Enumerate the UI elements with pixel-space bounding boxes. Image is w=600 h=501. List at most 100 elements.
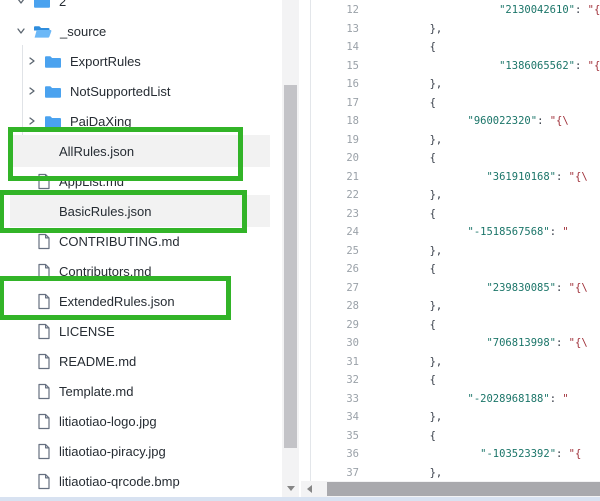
folder-icon	[44, 54, 62, 69]
line-number[interactable]: 27	[311, 279, 367, 298]
tree-item-label: AppList.md	[59, 174, 124, 189]
tree-item-label: LICENSE	[59, 324, 115, 339]
tree-item-2[interactable]: 2	[0, 0, 282, 16]
code-line: 35 {	[311, 427, 600, 446]
file-icon	[37, 473, 51, 490]
code-horizontal-scrollbar[interactable]	[301, 481, 600, 497]
tree-item-litiaotiao-piracy-jpg[interactable]: litiaotiao-piracy.jpg	[0, 436, 282, 466]
file-icon	[37, 353, 51, 370]
code-line: 33 "-2028968188": "	[311, 390, 600, 409]
sidebar-scrollbar-down-button[interactable]	[282, 480, 299, 497]
code-text: {	[367, 427, 600, 446]
line-number[interactable]: 35	[311, 427, 367, 446]
code-text: "-103523392": "{	[367, 445, 600, 464]
sidebar-vertical-scrollbar[interactable]	[282, 0, 299, 497]
code-line: 12 "2130042610": "{	[311, 1, 600, 20]
tree-item-label: 2	[59, 0, 66, 9]
folder-icon	[44, 84, 62, 99]
tree-item-readme-md[interactable]: README.md	[0, 346, 282, 376]
line-number[interactable]: 20	[311, 149, 367, 168]
tree-item-notsupportedlist[interactable]: NotSupportedList	[0, 76, 282, 106]
line-number[interactable]: 29	[311, 316, 367, 335]
code-line: 34 },	[311, 408, 600, 427]
chevron-right-icon[interactable]	[27, 116, 37, 126]
folder-icon	[33, 0, 51, 9]
tree-item-litiaotiao-logo-jpg[interactable]: litiaotiao-logo.jpg	[0, 406, 282, 436]
line-number[interactable]: 32	[311, 371, 367, 390]
code-line: 31 },	[311, 353, 600, 372]
code-text: "-2028968188": "	[367, 390, 600, 409]
tree-item-applist-md[interactable]: AppList.md	[0, 166, 282, 196]
tree-item-extendedrules-json[interactable]: ExtendedRules.json	[0, 286, 282, 316]
tree-item--source[interactable]: _source	[0, 16, 282, 46]
code-line: 36 "-103523392": "{	[311, 445, 600, 464]
tree-item-label: ExportRules	[70, 54, 141, 69]
tree-item-label: litiaotiao-logo.jpg	[59, 414, 157, 429]
code-line: 28 },	[311, 297, 600, 316]
code-text: {	[367, 94, 600, 113]
line-number[interactable]: 15	[311, 57, 367, 76]
chevron-down-icon[interactable]	[16, 0, 26, 6]
folder-icon	[44, 114, 62, 129]
line-number[interactable]: 25	[311, 242, 367, 261]
code-scrollbar-left-button[interactable]	[301, 481, 317, 497]
code-line: 37 },	[311, 464, 600, 483]
line-number[interactable]: 31	[311, 353, 367, 372]
tree-item-label: Template.md	[59, 384, 133, 399]
line-number[interactable]: 22	[311, 186, 367, 205]
tree-item-litiaotiao-qrcode-bmp[interactable]: litiaotiao-qrcode.bmp	[0, 466, 282, 496]
line-number[interactable]: 18	[311, 112, 367, 131]
tree-item-paidaxing[interactable]: PaiDaXing	[0, 106, 282, 136]
file-icon	[37, 383, 51, 400]
line-number[interactable]: 19	[311, 131, 367, 150]
tree-item-label: CONTRIBUTING.md	[59, 234, 180, 249]
line-number[interactable]: 24	[311, 223, 367, 242]
code-viewer: 12 "2130042610": "{13 },14 {15 "13860655…	[311, 0, 600, 482]
window-bottom-edge	[0, 497, 600, 501]
tree-item-label: ExtendedRules.json	[59, 294, 175, 309]
line-number[interactable]: 33	[311, 390, 367, 409]
sidebar-scrollbar-thumb[interactable]	[284, 85, 297, 448]
chevron-right-icon[interactable]	[27, 86, 37, 96]
arrow-left-icon	[307, 485, 312, 493]
line-number[interactable]: 36	[311, 445, 367, 464]
line-number[interactable]: 16	[311, 75, 367, 94]
tree-item-license[interactable]: LICENSE	[0, 316, 282, 346]
selected-row-highlight	[10, 135, 270, 167]
code-text: },	[367, 464, 600, 483]
line-number[interactable]: 21	[311, 168, 367, 187]
code-line: 16 },	[311, 75, 600, 94]
code-line: 27 "239830085": "{\	[311, 279, 600, 298]
code-line: 25 },	[311, 242, 600, 261]
tree-item-basicrules-json[interactable]: BasicRules.json	[0, 196, 282, 226]
file-icon	[37, 173, 51, 190]
code-text: },	[367, 20, 600, 39]
tree-item-contributing-md[interactable]: CONTRIBUTING.md	[0, 226, 282, 256]
line-number[interactable]: 34	[311, 408, 367, 427]
line-number[interactable]: 30	[311, 334, 367, 353]
code-scrollbar-thumb[interactable]	[327, 482, 600, 496]
tree-item-template-md[interactable]: Template.md	[0, 376, 282, 406]
code-line: 18 "960022320": "{\	[311, 112, 600, 131]
file-icon	[37, 263, 51, 280]
code-text: },	[367, 297, 600, 316]
tree-item-exportrules[interactable]: ExportRules	[0, 46, 282, 76]
chevron-down-icon[interactable]	[16, 26, 26, 36]
line-number[interactable]: 14	[311, 38, 367, 57]
code-text: {	[367, 205, 600, 224]
code-line: 21 "361910168": "{\	[311, 168, 600, 187]
code-text: },	[367, 75, 600, 94]
tree-item-allrules-json[interactable]: AllRules.json	[0, 136, 282, 166]
line-number[interactable]: 17	[311, 94, 367, 113]
line-number[interactable]: 37	[311, 464, 367, 483]
code-line: 20 {	[311, 149, 600, 168]
line-number[interactable]: 28	[311, 297, 367, 316]
line-number[interactable]: 26	[311, 260, 367, 279]
tree-item-contributors-md[interactable]: Contributors.md	[0, 256, 282, 286]
line-number[interactable]: 23	[311, 205, 367, 224]
code-text: },	[367, 242, 600, 261]
code-text: {	[367, 316, 600, 335]
chevron-right-icon[interactable]	[27, 56, 37, 66]
line-number[interactable]: 13	[311, 20, 367, 39]
line-number[interactable]: 12	[311, 1, 367, 20]
